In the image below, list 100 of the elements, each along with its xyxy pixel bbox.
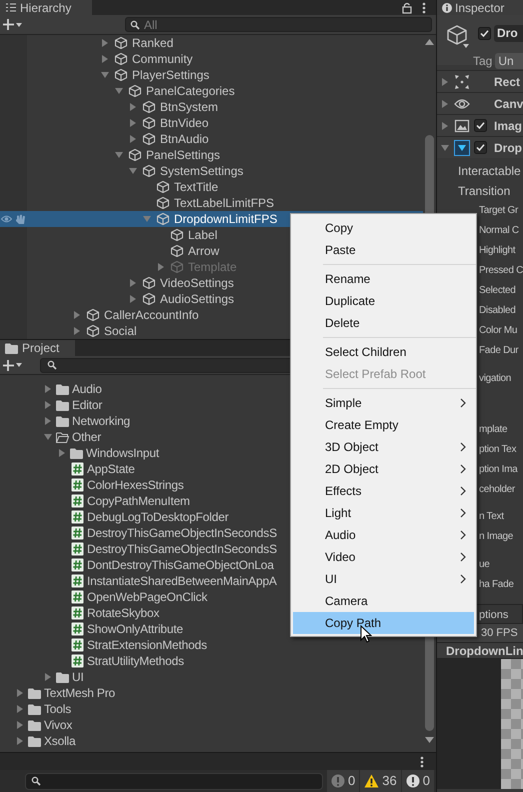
- script-icon: [71, 526, 84, 540]
- property-label: mplate: [479, 423, 508, 437]
- menu-item[interactable]: 2D Object: [293, 458, 474, 480]
- checkbox[interactable]: [478, 27, 491, 40]
- hierarchy-item[interactable]: SystemSettings: [0, 163, 423, 179]
- hierarchy-tab[interactable]: Hierarchy: [0, 0, 92, 15]
- lock-icon[interactable]: [402, 2, 412, 14]
- hierarchy-item[interactable]: Community: [0, 51, 423, 67]
- hierarchy-item[interactable]: TextLabelLimitFPS: [0, 195, 423, 211]
- folder-item[interactable]: Tools: [0, 701, 423, 717]
- menu-item[interactable]: Create Empty: [293, 414, 474, 436]
- caret-right-icon[interactable]: [57, 448, 67, 458]
- folder-icon: [56, 672, 69, 682]
- tag-dropdown[interactable]: Un: [495, 53, 523, 69]
- menu-item[interactable]: Duplicate: [293, 290, 474, 312]
- hierarchy-item[interactable]: Ranked: [0, 35, 423, 51]
- component-header[interactable]: Imag: [437, 114, 523, 136]
- search-icon: [130, 20, 140, 30]
- menu-item[interactable]: Light: [293, 502, 474, 524]
- script-icon: [71, 478, 84, 492]
- project-tab[interactable]: Project: [0, 340, 75, 356]
- more-options-icon[interactable]: [422, 2, 426, 14]
- hierarchy-item[interactable]: BtnSystem: [0, 99, 423, 115]
- property-label: ceholder: [479, 483, 515, 497]
- search-field[interactable]: [25, 772, 323, 790]
- caret-down-icon: [16, 363, 22, 367]
- eye-icon[interactable]: [1, 215, 12, 223]
- menu-item[interactable]: Delete: [293, 312, 474, 334]
- hierarchy-item[interactable]: PanelCategories: [0, 83, 423, 99]
- chevron-right-icon: [460, 464, 466, 474]
- folder-item[interactable]: Xsolla: [0, 733, 423, 749]
- script-icon: [71, 494, 84, 508]
- script-icon: [71, 654, 84, 668]
- plus-icon: [3, 19, 14, 30]
- script-icon: [71, 606, 84, 620]
- cube-icon: [170, 260, 184, 274]
- folder-item[interactable]: UI: [0, 669, 423, 685]
- exclamation-icon: [406, 774, 420, 788]
- folder-icon: [70, 448, 83, 458]
- menu-item[interactable]: Paste: [293, 239, 474, 261]
- caret-down-icon[interactable]: [142, 214, 152, 224]
- folder-icon: [28, 736, 41, 746]
- caret-down-icon: [16, 22, 22, 26]
- chevron-right-icon: [460, 486, 466, 496]
- folder-item[interactable]: Vivox: [0, 717, 423, 733]
- menu-item[interactable]: Effects: [293, 480, 474, 502]
- hierarchy-item[interactable]: BtnVideo: [0, 115, 423, 131]
- caret-right-icon[interactable]: [440, 98, 450, 108]
- property-label: n Text: [479, 510, 504, 524]
- open-folder-icon: [56, 432, 69, 442]
- warning-count-button[interactable]: 36: [360, 770, 401, 792]
- hand-icon[interactable]: [15, 214, 26, 224]
- cube-icon: [86, 324, 100, 338]
- script-icon: [71, 574, 84, 588]
- caret-down-icon[interactable]: [440, 142, 450, 152]
- error-count-button[interactable]: 0: [402, 770, 434, 792]
- caret-down-icon[interactable]: [43, 432, 53, 442]
- caret-right-icon[interactable]: [440, 120, 450, 130]
- warning-icon: [364, 774, 380, 788]
- info-count-button[interactable]: 0: [327, 770, 360, 792]
- scroll-down-icon[interactable]: [425, 737, 434, 743]
- checkbox[interactable]: [474, 119, 487, 132]
- list-icon: [6, 3, 16, 12]
- menu-item[interactable]: Copy Path: [293, 612, 474, 634]
- folder-icon: [56, 416, 69, 426]
- property-label: Color Mu: [479, 324, 518, 338]
- hierarchy-item[interactable]: BtnAudio: [0, 131, 423, 147]
- script-item[interactable]: StratExtensionMethods: [0, 637, 423, 653]
- cube-icon: [142, 164, 156, 178]
- more-options-icon[interactable]: [420, 756, 424, 768]
- caret-right-icon[interactable]: [43, 672, 53, 682]
- hierarchy-item[interactable]: TextTitle: [0, 179, 423, 195]
- script-item[interactable]: StratUtilityMethods: [0, 653, 423, 669]
- component-header[interactable]: Rect: [437, 70, 523, 92]
- component-header[interactable]: Canv: [437, 92, 523, 114]
- menu-item[interactable]: UI: [293, 568, 474, 590]
- menu-item[interactable]: Select Children: [293, 341, 474, 363]
- inspector-tab[interactable]: Inspector: [437, 0, 523, 15]
- search-field[interactable]: All: [125, 17, 432, 32]
- hierarchy-item[interactable]: PanelSettings: [0, 147, 423, 163]
- script-icon: [71, 590, 84, 604]
- checkbox[interactable]: [474, 141, 487, 154]
- cube-icon: [114, 68, 128, 82]
- folder-item[interactable]: TextMesh Pro: [0, 685, 423, 701]
- folder-icon: [56, 384, 69, 394]
- chevron-right-icon: [460, 552, 466, 562]
- menu-item[interactable]: Audio: [293, 524, 474, 546]
- chevron-right-icon: [460, 574, 466, 584]
- name-field[interactable]: Dro: [494, 25, 523, 42]
- menu-item[interactable]: Video: [293, 546, 474, 568]
- menu-item[interactable]: 3D Object: [293, 436, 474, 458]
- caret-right-icon[interactable]: [156, 262, 166, 272]
- scroll-up-icon[interactable]: [425, 39, 434, 45]
- plus-icon: [3, 360, 14, 370]
- property-label: ue: [479, 558, 490, 572]
- property-label: Transition: [458, 183, 510, 200]
- hierarchy-item[interactable]: PlayerSettings: [0, 67, 423, 83]
- transform-icon: [454, 74, 470, 90]
- caret-right-icon[interactable]: [440, 76, 450, 86]
- component-header[interactable]: Drop: [437, 136, 523, 158]
